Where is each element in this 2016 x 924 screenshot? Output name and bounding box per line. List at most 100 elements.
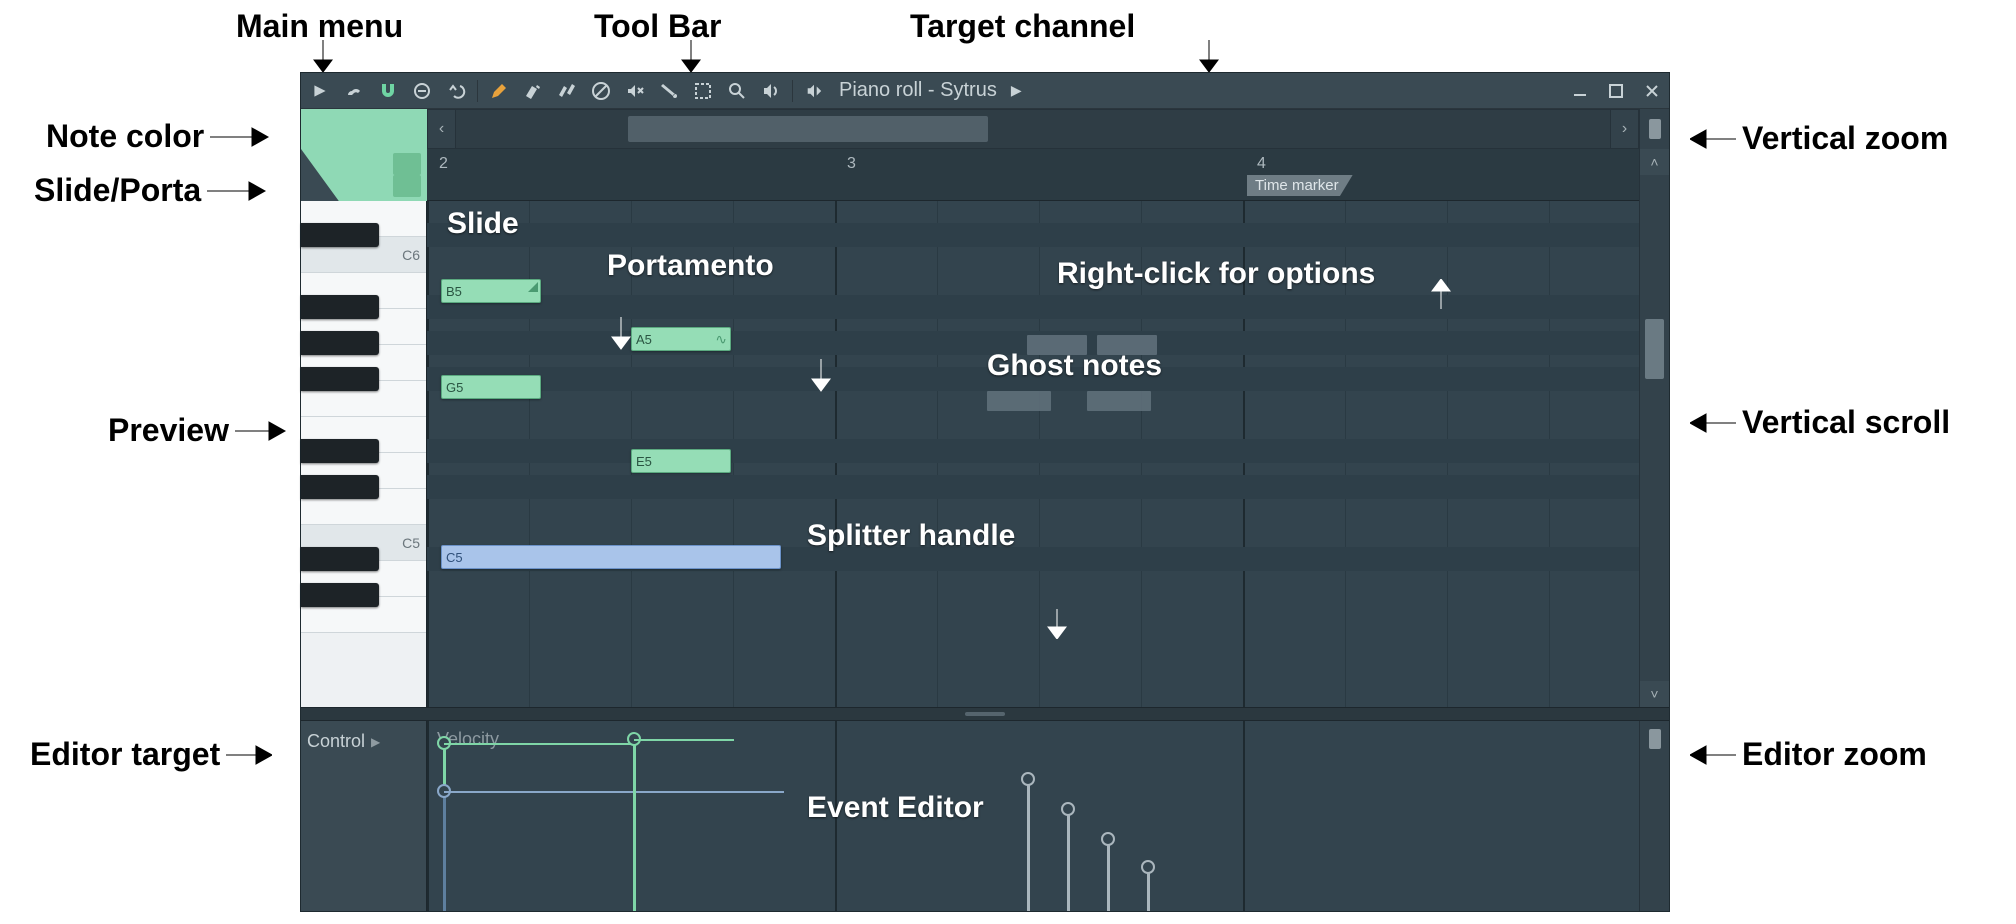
options-icon[interactable]	[341, 78, 367, 104]
anno-note-color: Note color	[46, 118, 270, 155]
arrow-down-icon	[807, 359, 835, 393]
arrow-left-icon	[1690, 127, 1736, 151]
timeline-ruler[interactable]: 2 3 4 Time marker	[427, 149, 1639, 201]
arrow-right-icon	[210, 125, 270, 149]
arrow-up-icon	[1427, 279, 1455, 309]
note-label: B5	[446, 284, 462, 299]
arrow-down-icon	[676, 40, 706, 74]
vscroll-up-button[interactable]: ˄	[1640, 149, 1669, 175]
anno-vertical-zoom-text: Vertical zoom	[1742, 120, 1948, 157]
arrow-right-icon	[235, 419, 287, 443]
channel-dropdown-arrow-icon[interactable]: ▶	[1011, 82, 1022, 99]
note-a5-portamento[interactable]: A5 ∿	[631, 327, 731, 351]
arrow-down-icon	[1043, 609, 1071, 639]
slide-marker-icon	[528, 282, 538, 292]
anno-slide-porta: Slide/Porta	[34, 172, 267, 209]
event-editor-zoom[interactable]	[1639, 721, 1669, 911]
anno-vertical-scroll-text: Vertical scroll	[1742, 404, 1950, 441]
vscroll-thumb[interactable]	[1645, 319, 1664, 379]
main-menu-button[interactable]	[307, 78, 333, 104]
ghost-note	[1097, 335, 1157, 355]
delete-tool-icon[interactable]	[588, 78, 614, 104]
arrow-down-icon	[1194, 40, 1224, 74]
event-editor-target-selector[interactable]: Control ▶	[301, 721, 427, 911]
anno-preview-text: Preview	[108, 412, 229, 449]
anno-vertical-scroll: Vertical scroll	[1690, 404, 1950, 441]
anno-editor-zoom: Editor zoom	[1690, 736, 1927, 773]
titlebar: Piano roll - Sytrus ▶	[301, 73, 1669, 109]
bar-number: 3	[847, 155, 856, 173]
window-title[interactable]: Piano roll - Sytrus	[839, 79, 997, 102]
note-c5-selected[interactable]: C5	[441, 545, 781, 569]
event-editor-target-label: Control	[307, 731, 365, 752]
arrow-down-icon	[308, 40, 338, 74]
ghost-note	[1087, 391, 1151, 411]
note-label: C5	[446, 550, 463, 565]
note-g5[interactable]: G5	[441, 375, 541, 399]
anno-slide-porta-text: Slide/Porta	[34, 172, 201, 209]
minimize-button[interactable]	[1569, 80, 1591, 102]
ghost-note	[987, 391, 1051, 411]
note-label: A5	[636, 332, 652, 347]
slide-porta-toggles[interactable]	[301, 149, 427, 201]
target-channel-dropdown[interactable]	[801, 78, 827, 104]
anno-editor-target: Editor target	[30, 736, 272, 773]
anno-note-color-text: Note color	[46, 118, 204, 155]
anno-editor-target-text: Editor target	[30, 736, 220, 773]
key-label-c5: C5	[402, 535, 420, 551]
slide-toggle-icon[interactable]	[393, 153, 421, 175]
time-marker-label: Time marker	[1255, 177, 1339, 194]
splitter-handle[interactable]	[301, 707, 1669, 721]
arrow-left-icon	[1690, 411, 1736, 435]
anno-editor-zoom-text: Editor zoom	[1742, 736, 1927, 773]
select-tool-icon[interactable]	[690, 78, 716, 104]
anno-target-channel: Target channel	[910, 8, 1135, 45]
note-label: G5	[446, 380, 463, 395]
time-marker[interactable]: Time marker	[1247, 175, 1353, 196]
portamento-marker-icon: ∿	[715, 331, 727, 348]
zoom-tool-icon[interactable]	[724, 78, 750, 104]
note-color-selector[interactable]	[301, 109, 427, 149]
arrow-right-icon	[226, 743, 272, 767]
note-grid[interactable]: 2 3 4 Time marker	[427, 149, 1639, 707]
close-button[interactable]	[1641, 80, 1663, 102]
hscroll-thumb[interactable]	[628, 116, 988, 142]
bar-number: 4	[1257, 155, 1266, 173]
toolbar-separator	[792, 80, 793, 102]
draw-tool-icon[interactable]	[486, 78, 512, 104]
piano-keyboard[interactable]: C6 C5	[301, 201, 427, 707]
arrow-right-icon	[207, 179, 267, 203]
note-e5[interactable]: E5	[631, 449, 731, 473]
piano-roll-window: Piano roll - Sytrus ▶ ‹ ›	[300, 72, 1670, 912]
snap-magnet-icon[interactable]	[375, 78, 401, 104]
note-b5-slide[interactable]: B5	[441, 279, 541, 303]
arrow-left-icon	[1690, 743, 1736, 767]
paint-sequence-icon[interactable]	[554, 78, 580, 104]
event-editor-grid[interactable]: Velocity	[427, 721, 1639, 911]
dropdown-arrow-icon: ▶	[371, 735, 380, 749]
anno-target-channel-text: Target channel	[910, 8, 1135, 45]
portamento-toggle-icon[interactable]	[393, 175, 421, 197]
event-editor: Control ▶ Velocity	[301, 721, 1669, 911]
hscroll-left-button[interactable]: ‹	[428, 110, 456, 148]
vscroll-down-button[interactable]: ˅	[1640, 681, 1669, 707]
anno-vertical-zoom: Vertical zoom	[1690, 120, 1948, 157]
undo-icon[interactable]	[443, 78, 469, 104]
slice-tool-icon[interactable]	[656, 78, 682, 104]
vertical-zoom-slider[interactable]	[1639, 109, 1669, 149]
note-label: E5	[636, 454, 652, 469]
mute-tool-icon[interactable]	[622, 78, 648, 104]
anno-preview: Preview	[108, 412, 287, 449]
paint-tool-icon[interactable]	[520, 78, 546, 104]
stamp-icon[interactable]	[409, 78, 435, 104]
ghost-note	[1027, 335, 1087, 355]
overlay-event-editor: Event Editor	[807, 791, 984, 825]
vertical-scrollbar[interactable]: ˄ ˅	[1639, 149, 1669, 707]
hscroll-right-button[interactable]: ›	[1610, 110, 1638, 148]
upper-control-row: ‹ ›	[301, 109, 1669, 149]
playback-tool-icon[interactable]	[758, 78, 784, 104]
maximize-button[interactable]	[1605, 80, 1627, 102]
toolbar-separator	[477, 80, 478, 102]
horizontal-scrollbar[interactable]: ‹ ›	[427, 109, 1639, 149]
key-label-c6: C6	[402, 247, 420, 263]
